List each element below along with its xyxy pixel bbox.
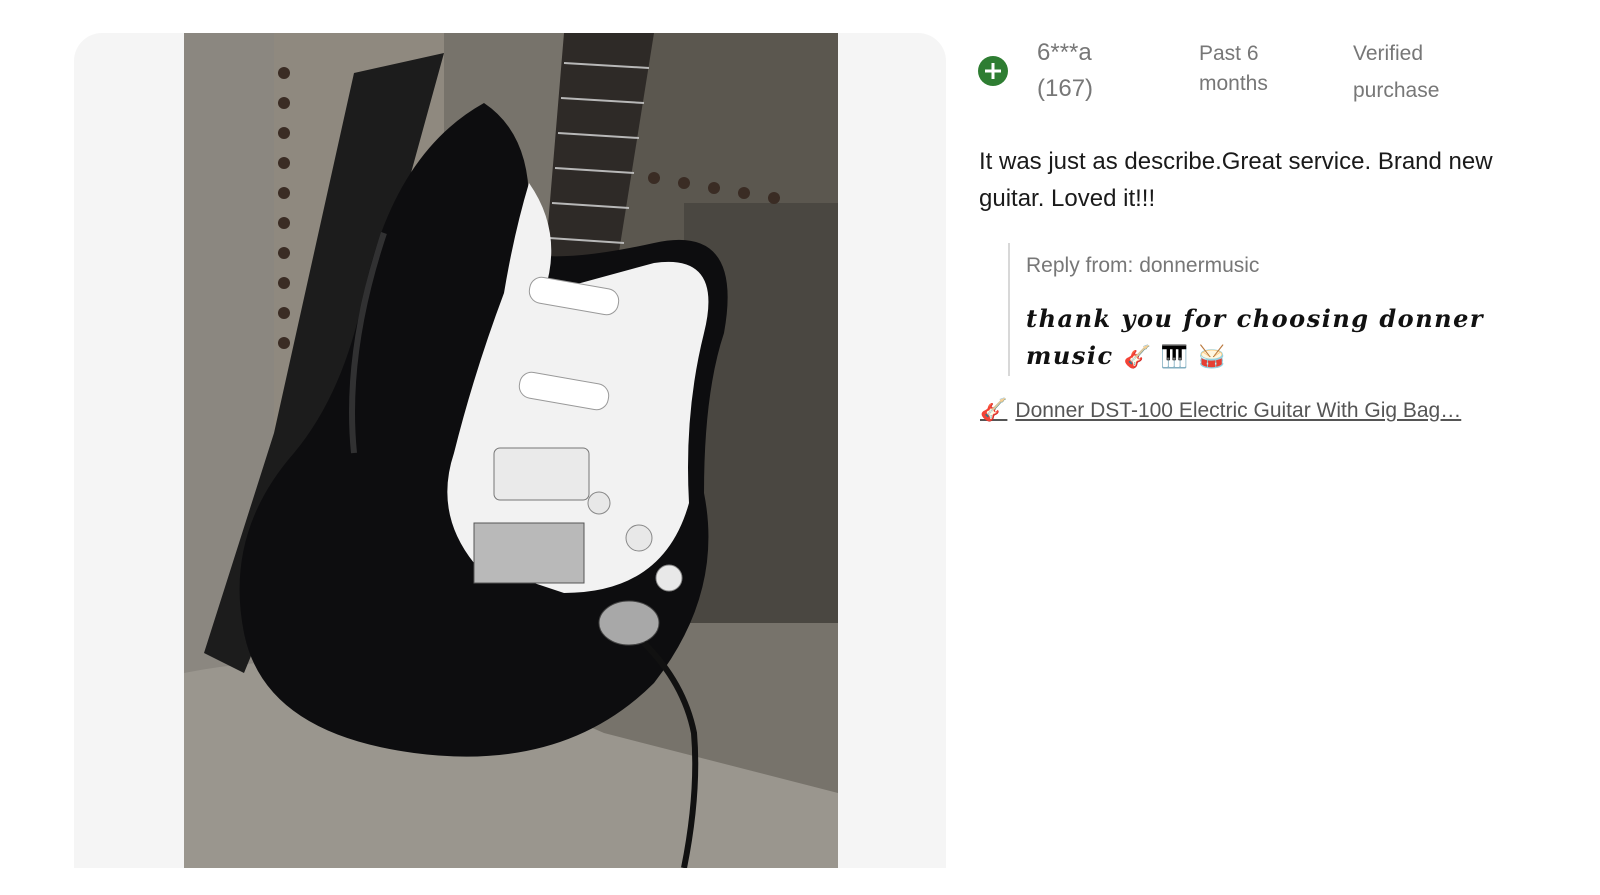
piano-keys-icon: 🎹 <box>1160 345 1189 370</box>
reply-message: thank you for choosing donner music <box>1026 304 1485 370</box>
reviewer-info: 6***a (167) <box>1037 35 1157 107</box>
drum-icon: 🥁 <box>1197 345 1226 370</box>
plus-circle-icon[interactable] <box>978 56 1008 86</box>
product-link-text[interactable]: Donner DST-100 Electric Guitar With Gig … <box>1015 399 1461 422</box>
guitar-icon: 🎸 <box>1123 345 1151 370</box>
reply-label: Reply from: donnermusic <box>1026 254 1260 277</box>
review-date: Past 6 months <box>1199 42 1268 95</box>
guitar-photo-illustration <box>184 33 838 868</box>
review-photo[interactable] <box>184 33 838 868</box>
review-body: It was just as describe.Great service. B… <box>979 148 1493 212</box>
verified-purchase-badge: Verified purchase <box>1353 42 1440 102</box>
reply-text: thank you for choosing donner music 🎸 🎹 … <box>1026 300 1546 376</box>
review-meta-row: 6***a (167) Past 6 months Verified purch… <box>978 33 1558 113</box>
review-card: 6***a (167) Past 6 months Verified purch… <box>0 0 1600 895</box>
reviewer-review-count: (167) <box>1037 75 1094 102</box>
guitar-icon: 🎸 <box>980 398 1008 423</box>
reviewer-name: 6***a <box>1037 39 1092 66</box>
seller-reply: Reply from: donnermusic thank you for ch… <box>1008 243 1570 376</box>
product-link[interactable]: 🎸 Donner DST-100 Electric Guitar With Gig… <box>980 398 1461 423</box>
review-photo-panel <box>74 33 946 868</box>
